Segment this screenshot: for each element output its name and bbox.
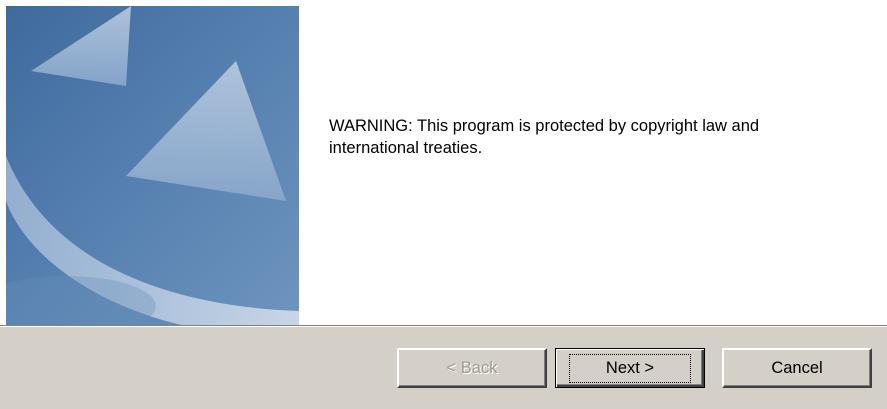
next-button-label: Next >: [568, 353, 692, 383]
banner-artwork: [6, 6, 299, 326]
side-banner-image: [6, 6, 299, 326]
back-button[interactable]: < Back: [397, 348, 547, 388]
separator-line: [0, 325, 887, 327]
warning-line-1: WARNING: This program is protected by co…: [329, 117, 760, 135]
cancel-button[interactable]: Cancel: [722, 348, 872, 388]
cancel-button-label: Cancel: [771, 358, 823, 377]
installer-dialog: WARNING: This program is protected by co…: [0, 0, 887, 409]
back-button-label: < Back: [446, 358, 498, 377]
content-area: WARNING: This program is protected by co…: [0, 0, 887, 327]
next-button[interactable]: Next >: [555, 348, 705, 388]
copyright-warning-text: WARNING: This program is protected by co…: [329, 115, 859, 159]
warning-line-2: international treaties.: [329, 139, 483, 157]
